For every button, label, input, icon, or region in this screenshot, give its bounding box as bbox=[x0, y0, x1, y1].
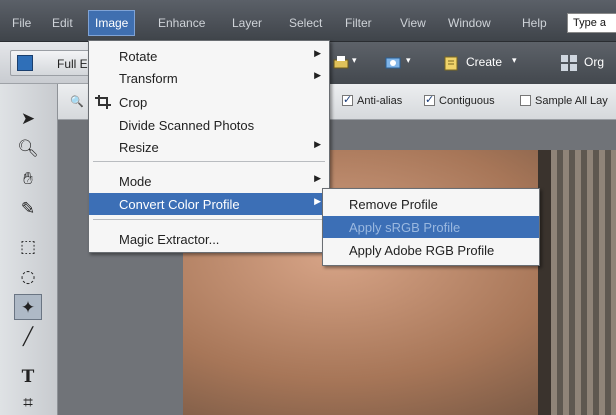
submenu-arrow-icon: ▶ bbox=[314, 140, 321, 150]
submenu-arrow-icon: ▶ bbox=[314, 197, 321, 207]
submenu-item-label: Apply Adobe RGB Profile bbox=[349, 243, 495, 258]
sample-all-layers-label: Sample All Lay bbox=[535, 95, 608, 107]
menu-item-rotate[interactable]: Rotate ▶ bbox=[89, 45, 329, 67]
magic-wand-tool-icon[interactable]: ✦ bbox=[14, 294, 42, 320]
menu-window[interactable]: Window bbox=[448, 16, 491, 30]
create-dropdown-icon[interactable]: ▾ bbox=[512, 55, 517, 66]
submenu-arrow-icon: ▶ bbox=[314, 49, 321, 59]
toolbar-right-strip: ▾ ▾ Create ▾ Org bbox=[326, 42, 616, 84]
menu-help[interactable]: Help bbox=[522, 16, 547, 30]
magnify-option-icon[interactable]: 🔍 bbox=[70, 95, 84, 108]
menu-item-label: Convert Color Profile bbox=[119, 197, 240, 212]
menu-item-convert-color-profile[interactable]: Convert Color Profile ▶ bbox=[89, 193, 329, 215]
menu-item-label: Divide Scanned Photos bbox=[119, 118, 255, 133]
menu-enhance[interactable]: Enhance bbox=[158, 16, 205, 30]
menu-item-divide-scanned-photos[interactable]: Divide Scanned Photos bbox=[89, 114, 329, 136]
full-edit-label: Full E bbox=[57, 57, 88, 71]
lasso-tool-icon[interactable]: ◌ bbox=[14, 264, 42, 290]
help-search-input[interactable]: Type a bbox=[567, 13, 616, 33]
menu-item-transform[interactable]: Transform ▶ bbox=[89, 67, 329, 89]
menu-item-label: Rotate bbox=[119, 49, 158, 64]
submenu-item-remove-profile[interactable]: Remove Profile bbox=[323, 193, 539, 215]
crop-tool-icon[interactable]: ⌗ bbox=[14, 390, 42, 415]
submenu-arrow-icon: ▶ bbox=[314, 174, 321, 184]
submenu-item-label: Apply sRGB Profile bbox=[349, 220, 461, 235]
menu-image[interactable]: Image bbox=[88, 10, 136, 36]
menu-separator bbox=[93, 219, 325, 220]
submenu-item-label: Remove Profile bbox=[349, 197, 438, 212]
menu-item-label: Crop bbox=[119, 95, 148, 110]
hand-tool-icon[interactable]: ✋︎ bbox=[14, 166, 42, 192]
print-dropdown-icon[interactable]: ▾ bbox=[352, 55, 357, 66]
menu-separator bbox=[93, 161, 325, 162]
menu-item-label: Mode bbox=[119, 174, 152, 189]
sample-all-layers-option[interactable]: Sample All Lay bbox=[520, 95, 608, 107]
full-edit-icon bbox=[17, 55, 33, 71]
photo-texture bbox=[551, 150, 616, 415]
full-edit-button[interactable]: Full E bbox=[10, 50, 96, 76]
menu-view[interactable]: View bbox=[400, 16, 426, 30]
organizer-icon bbox=[561, 55, 577, 71]
eyedropper-tool-icon[interactable]: ✎ bbox=[14, 196, 42, 222]
marquee-tool-icon[interactable]: ⬚ bbox=[14, 234, 42, 260]
menu-item-crop[interactable]: Crop bbox=[89, 91, 329, 113]
type-tool-icon[interactable]: T bbox=[14, 364, 42, 390]
print-icon[interactable] bbox=[332, 54, 350, 72]
menu-item-label: Resize bbox=[119, 140, 159, 155]
submenu-item-apply-srgb-profile[interactable]: Apply sRGB Profile bbox=[323, 216, 539, 238]
menu-item-label: Transform bbox=[119, 71, 178, 86]
submenu-item-apply-adobe-rgb-profile[interactable]: Apply Adobe RGB Profile bbox=[323, 239, 539, 261]
menu-bar: File Edit Image Enhance Layer Select Fil… bbox=[0, 0, 616, 42]
crop-icon bbox=[95, 95, 111, 109]
zoom-tool-icon[interactable]: 🔍︎ bbox=[14, 136, 42, 162]
convert-color-profile-submenu: Remove Profile Apply sRGB Profile Apply … bbox=[322, 188, 540, 266]
brush-tool-icon[interactable]: ╱ bbox=[14, 324, 42, 350]
anti-alias-checkbox[interactable] bbox=[342, 93, 353, 106]
anti-alias-option[interactable]: Anti-alias bbox=[342, 93, 403, 107]
contiguous-checkbox[interactable] bbox=[424, 93, 435, 106]
sample-all-layers-checkbox[interactable] bbox=[520, 95, 531, 106]
anti-alias-label: Anti-alias bbox=[357, 95, 403, 107]
menu-item-magic-extractor[interactable]: Magic Extractor... bbox=[89, 228, 329, 250]
organizer-button[interactable]: Org bbox=[584, 55, 604, 69]
menu-file[interactable]: File bbox=[12, 16, 31, 30]
create-button[interactable]: Create bbox=[466, 55, 502, 69]
menu-item-resize[interactable]: Resize ▶ bbox=[89, 136, 329, 158]
share-dropdown-icon[interactable]: ▾ bbox=[406, 55, 411, 66]
menu-filter[interactable]: Filter bbox=[345, 16, 372, 30]
menu-item-label: Magic Extractor... bbox=[119, 232, 220, 247]
move-tool-icon[interactable]: ➤ bbox=[14, 106, 42, 132]
menu-layer[interactable]: Layer bbox=[232, 16, 262, 30]
tools-panel: ➤ 🔍︎ ✋︎ ✎ ⬚ ◌ ✦ ╱ T ⌗ bbox=[0, 84, 58, 415]
menu-item-mode[interactable]: Mode ▶ bbox=[89, 170, 329, 192]
create-icon bbox=[444, 56, 458, 71]
menu-edit[interactable]: Edit bbox=[52, 16, 73, 30]
photo-dark-edge bbox=[538, 150, 552, 415]
contiguous-option[interactable]: Contiguous bbox=[424, 93, 495, 107]
image-menu: Rotate ▶ Transform ▶ Crop Divide Scanned… bbox=[88, 40, 330, 253]
menu-select[interactable]: Select bbox=[289, 16, 322, 30]
contiguous-label: Contiguous bbox=[439, 95, 495, 107]
share-icon[interactable] bbox=[384, 54, 402, 72]
submenu-arrow-icon: ▶ bbox=[314, 71, 321, 81]
